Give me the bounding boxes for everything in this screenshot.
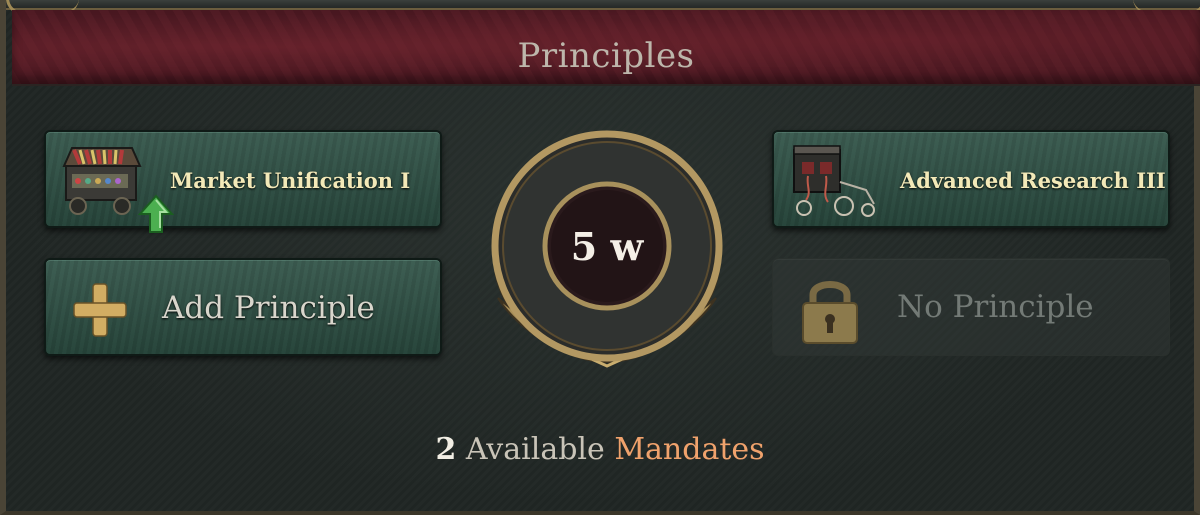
top-border <box>6 0 1200 15</box>
principle-slot-advanced-research[interactable]: Advanced Research III <box>772 130 1170 228</box>
upgrade-arrow-icon <box>137 194 175 238</box>
add-principle-label: Add Principle <box>162 290 375 326</box>
mandate-available-text: Available <box>465 432 605 467</box>
principles-panel: Principles Market Unification I Add Prin… <box>0 0 1200 515</box>
principle-label: Market Unification I <box>170 168 411 193</box>
panel-title: Principles <box>517 36 695 76</box>
no-principle-label: No Principle <box>897 289 1094 325</box>
timer-value: 5 w <box>570 224 644 269</box>
mandate-count: 2 <box>435 432 457 467</box>
principle-label: Advanced Research III <box>900 168 1166 193</box>
available-mandates: 2 Available Mandates <box>6 432 1194 467</box>
panel-header: Principles <box>12 10 1200 86</box>
plus-icon <box>70 280 130 344</box>
add-principle-button[interactable]: Add Principle <box>44 258 442 356</box>
mandate-word: Mandates <box>614 432 765 467</box>
locked-principle-slot: No Principle <box>772 258 1170 356</box>
principle-timer-medallion: 5 w <box>478 130 736 370</box>
market-stall-icon <box>60 142 150 224</box>
lock-icon <box>799 275 861 349</box>
research-cart-icon <box>788 142 878 224</box>
principle-slot-market-unification[interactable]: Market Unification I <box>44 130 442 233</box>
